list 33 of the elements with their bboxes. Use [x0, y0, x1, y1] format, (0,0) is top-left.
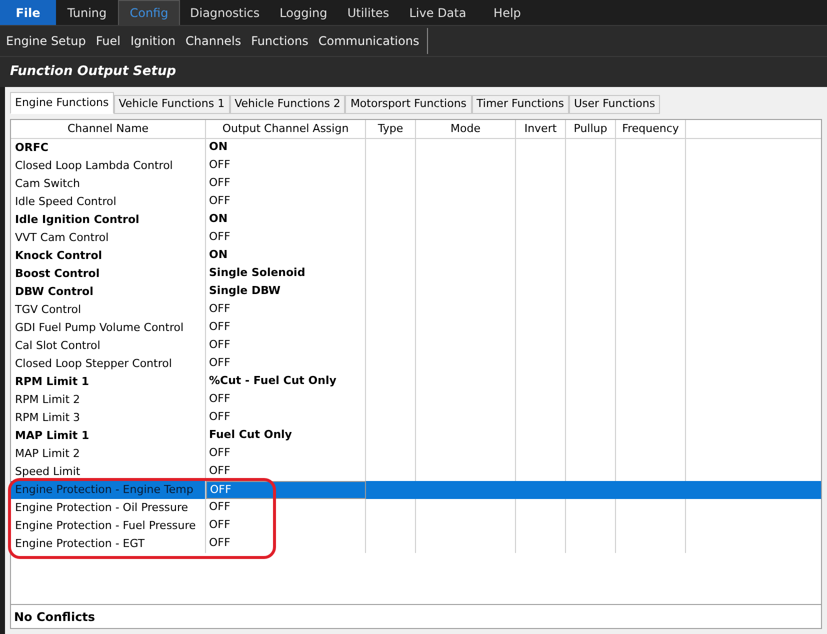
- tab[interactable]: Vehicle Functions 1: [114, 95, 230, 114]
- column-header[interactable]: Channel Name: [11, 120, 206, 138]
- status-text: No Conflicts: [14, 608, 96, 626]
- tab[interactable]: Vehicle Functions 2: [230, 95, 346, 114]
- panel-title: Function Output Setup: [10, 63, 176, 82]
- toolbar-button[interactable]: Engine Setup: [2, 29, 90, 53]
- table-cell: OFF: [206, 463, 366, 481]
- menu-tab[interactable]: Tuning: [56, 0, 118, 25]
- menu-tab[interactable]: Utilites: [337, 0, 400, 25]
- table-cell: OFF: [206, 535, 366, 553]
- table-row[interactable]: Engine Protection - Engine Temp OFF: [11, 481, 821, 499]
- tab[interactable]: Timer Functions: [472, 95, 569, 114]
- toolbar-button[interactable]: Fuel: [92, 29, 124, 53]
- toolbar-button[interactable]: Functions: [247, 29, 312, 53]
- toolbar-button[interactable]: Channels: [182, 29, 246, 53]
- column-header[interactable]: Frequency: [616, 120, 686, 138]
- menu-tab[interactable]: Logging: [270, 0, 338, 25]
- column-header[interactable]: Output Channel Assign: [206, 120, 366, 138]
- menu-tab[interactable]: Live Data: [399, 0, 476, 25]
- file-menu-button[interactable]: File: [0, 0, 56, 25]
- table-cell: OFF: [206, 481, 366, 499]
- column-header[interactable]: Type: [366, 120, 416, 138]
- toolbar-button[interactable]: Ignition: [126, 29, 180, 53]
- menu-tab[interactable]: Help: [476, 0, 538, 25]
- column-header[interactable]: Invert: [516, 120, 566, 138]
- tab[interactable]: Motorsport Functions: [345, 95, 472, 114]
- tab[interactable]: Engine Functions: [10, 92, 114, 114]
- table-cell: Engine Protection - EGT: [11, 535, 206, 553]
- column-header[interactable]: Mode: [416, 120, 516, 138]
- menu-tab[interactable]: Diagnostics: [180, 0, 270, 25]
- toolbar-button[interactable]: Communications: [314, 29, 424, 53]
- tab[interactable]: User Functions: [569, 95, 660, 114]
- column-header[interactable]: Pullup: [566, 120, 616, 138]
